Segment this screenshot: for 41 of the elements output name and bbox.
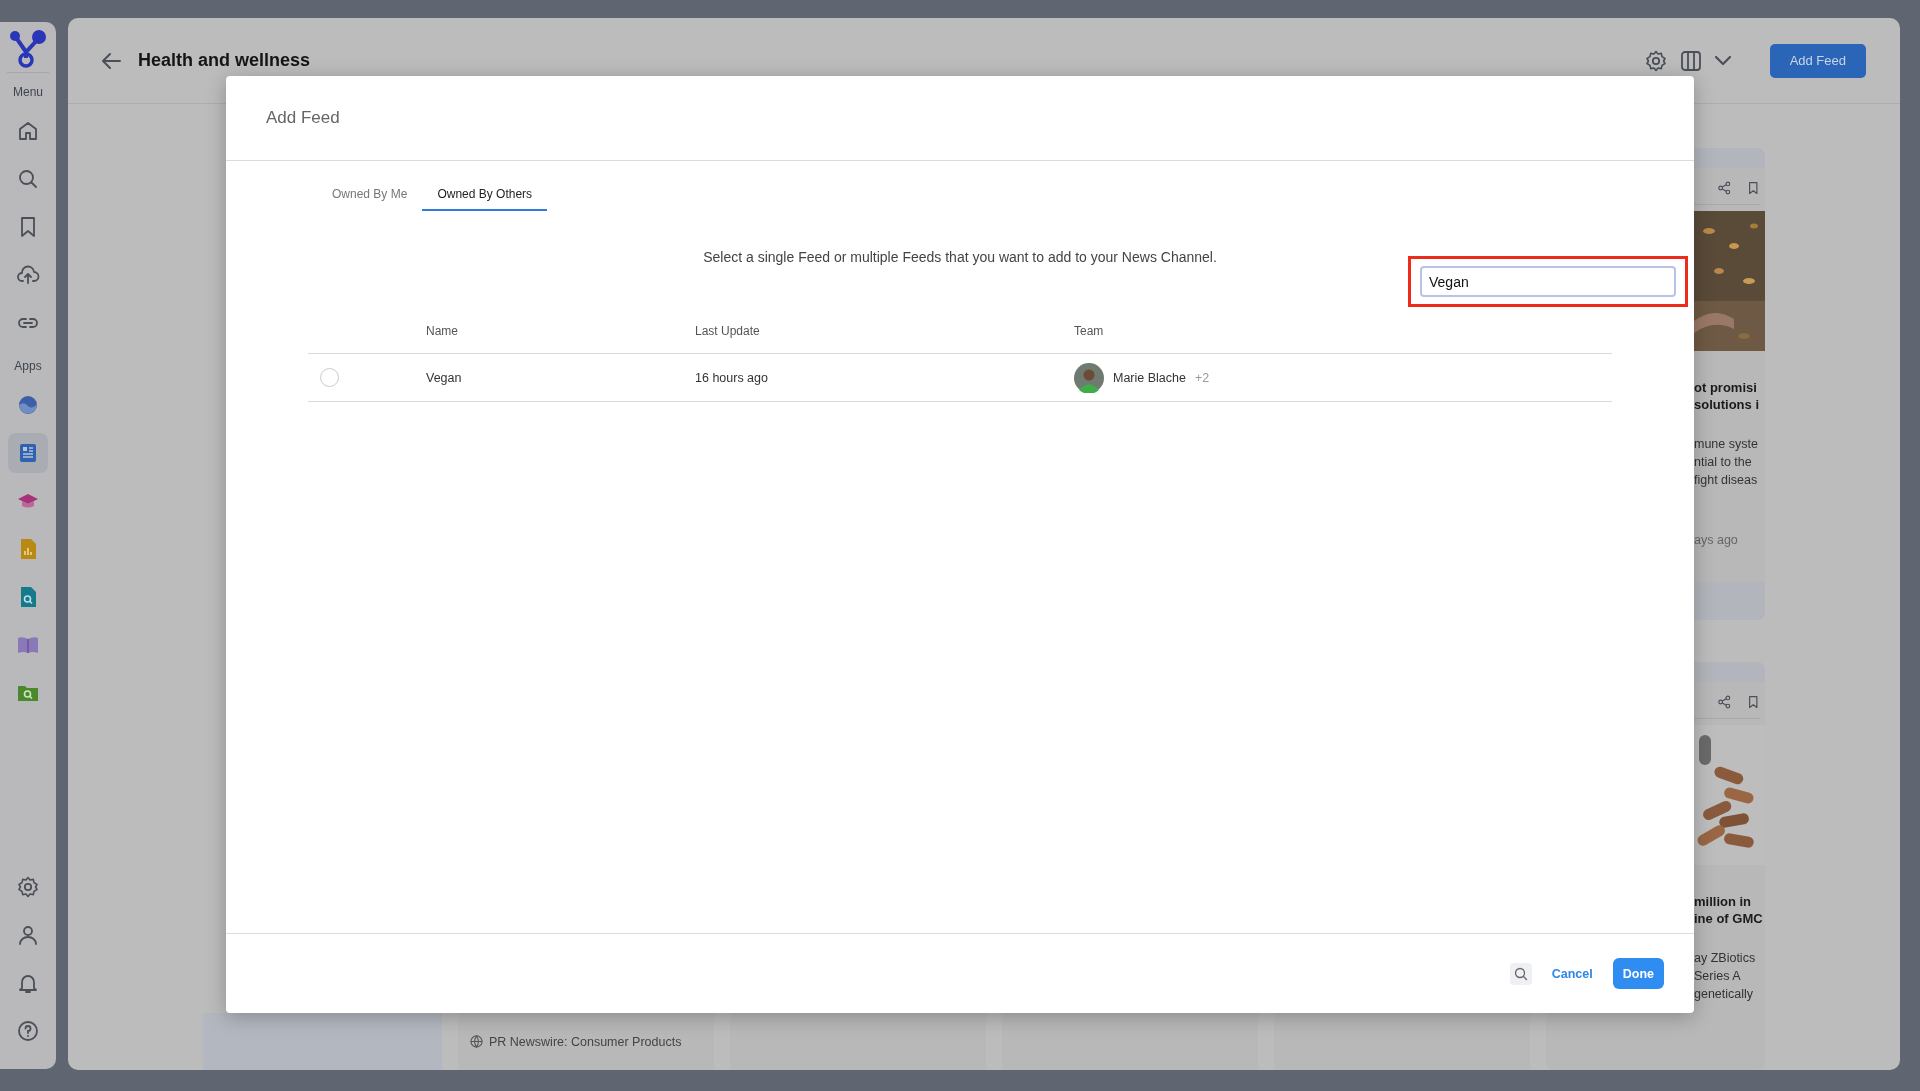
- cancel-button[interactable]: Cancel: [1545, 962, 1599, 985]
- card-summary: ay ZBiotics Series A genetically: [1694, 950, 1757, 1003]
- home-icon[interactable]: [16, 119, 40, 143]
- chevron-down-icon[interactable]: [1713, 54, 1732, 67]
- column-header: Name: [426, 324, 459, 338]
- columns-icon[interactable]: [1679, 49, 1702, 72]
- table-cell-text: 16 hours ago: [695, 370, 769, 385]
- search-icon[interactable]: [16, 167, 40, 191]
- tab[interactable]: Owned By Me: [317, 183, 423, 211]
- menu-label: Menu: [13, 85, 43, 99]
- apps-label: Apps: [14, 359, 42, 373]
- instruction-text: Select a single Feed or multiple Feeds that you want to add to your News Channel.: [703, 249, 1217, 267]
- search-field[interactable]: Vegan: [1420, 266, 1676, 297]
- share-icon[interactable]: [1717, 694, 1732, 710]
- done-button[interactable]: Done: [1612, 958, 1664, 989]
- search-button[interactable]: [1509, 962, 1532, 985]
- card-time: ays ago: [1694, 533, 1739, 547]
- wave-icon[interactable]: [16, 393, 40, 417]
- logo-icon[interactable]: [7, 28, 49, 70]
- cloud-upload-icon[interactable]: [16, 263, 40, 287]
- help-icon[interactable]: [16, 1019, 40, 1043]
- dialog-title: Add Feed: [266, 108, 340, 128]
- globe-icon: [470, 1035, 483, 1048]
- column-header: Team: [1074, 324, 1105, 338]
- user-icon[interactable]: [16, 923, 40, 947]
- card-summary: mune syste ntial to the fight diseas: [1694, 436, 1759, 489]
- settings-icon[interactable]: [1643, 48, 1668, 73]
- page-title: Health and wellness: [138, 50, 311, 71]
- settings-icon[interactable]: [16, 875, 40, 899]
- avatar: [1074, 362, 1104, 393]
- column-header: Last Update: [695, 324, 761, 338]
- tab[interactable]: Owned By Others: [422, 183, 548, 211]
- card-headline: ot promisi solutions i: [1694, 379, 1760, 413]
- team-member-name: Marie Blache: [1113, 370, 1186, 385]
- radio-button[interactable]: [320, 368, 339, 387]
- card-headline: million in ine of GMC: [1694, 893, 1764, 927]
- table-cell-text: Vegan: [426, 370, 463, 385]
- add-feed-button[interactable]: Add Feed: [1769, 43, 1866, 78]
- share-icon[interactable]: [1717, 180, 1732, 196]
- card-source: PR Newswire: Consumer Products: [489, 1034, 682, 1049]
- member-count: +2: [1194, 370, 1210, 385]
